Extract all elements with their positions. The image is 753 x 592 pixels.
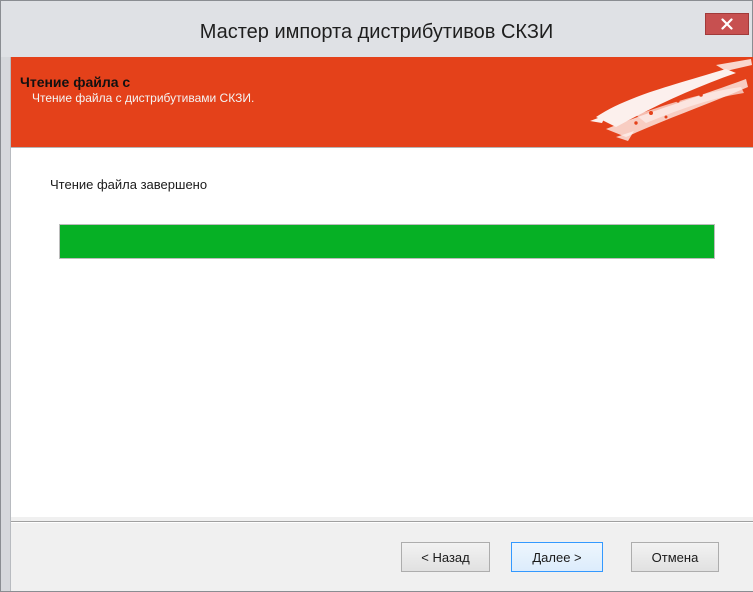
title-bar: Мастер импорта дистрибутивов СКЗИ (1, 1, 752, 57)
banner-subtitle: Чтение файла с дистрибутивами СКЗИ. (32, 91, 255, 105)
close-icon (721, 18, 733, 30)
banner-title: Чтение файла с (20, 74, 131, 90)
wizard-window: Мастер импорта дистрибутивов СКЗИ Чтение… (0, 0, 753, 592)
cancel-button[interactable]: Отмена (631, 542, 719, 572)
back-button[interactable]: < Назад (401, 542, 490, 572)
header-banner: Чтение файла с Чтение файла с дистрибути… (11, 57, 753, 147)
progress-bar (59, 224, 715, 259)
wizard-client-area: Чтение файла с Чтение файла с дистрибути… (10, 57, 753, 591)
window-title: Мастер импорта дистрибутивов СКЗИ (199, 21, 554, 43)
status-text: Чтение файла завершено (50, 177, 208, 192)
footer-divider (11, 521, 753, 523)
next-button[interactable]: Далее > (511, 542, 603, 572)
brush-stroke-logo-icon (590, 59, 752, 141)
content-panel: Чтение файла завершено (11, 150, 753, 517)
progress-bar-fill (60, 225, 714, 258)
close-button[interactable] (705, 13, 749, 35)
